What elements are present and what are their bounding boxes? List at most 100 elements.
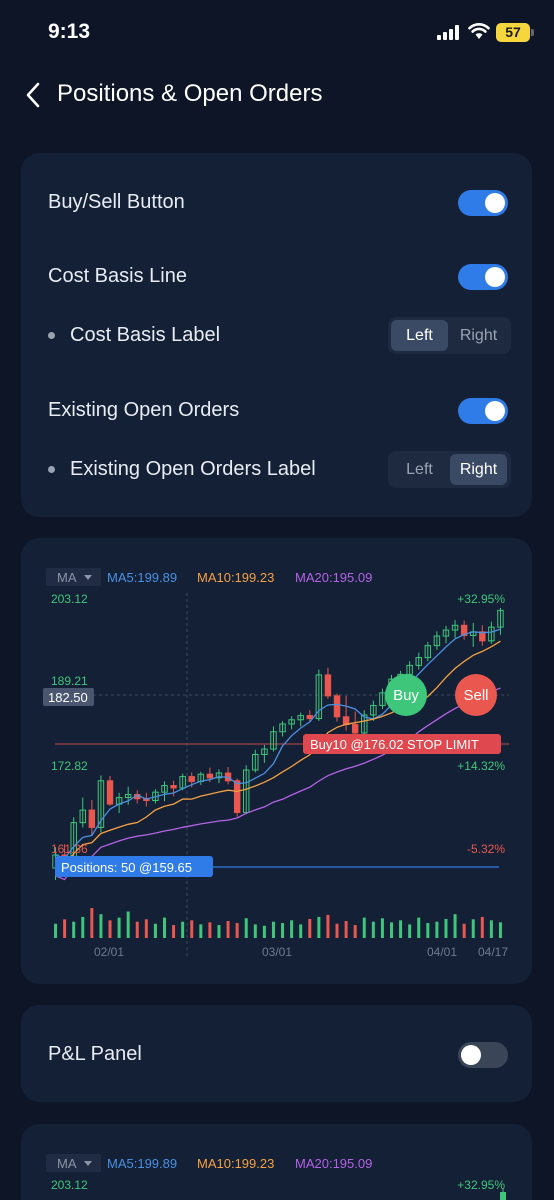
percent-label-bottom: -5.32% <box>467 842 505 856</box>
volume-bar <box>299 924 303 938</box>
volume-bar <box>371 921 375 938</box>
pnl-chart-preview-card: MA MA5:199.89 MA10:199.23 MA20:195.09 20… <box>21 1124 532 1200</box>
bullet-dot <box>48 332 55 339</box>
volume-bar <box>435 921 439 938</box>
existing-open-orders-label-segmented: Left Right <box>388 451 511 488</box>
volume-bar <box>317 916 321 938</box>
volume-bar <box>290 920 294 938</box>
chart-preview-card: MA MA5:199.89 MA10:199.23 MA20:195.09 20… <box>21 538 532 984</box>
volume-bar <box>54 923 58 938</box>
existing-open-orders-label-left-option[interactable]: Left <box>391 454 448 485</box>
existing-open-orders-label-right-option[interactable]: Right <box>450 454 507 485</box>
price-label-2: 189.21 <box>51 674 88 688</box>
cost-basis-label-left-option[interactable]: Left <box>391 320 448 351</box>
existing-open-orders-label-label: Existing Open Orders Label <box>70 458 316 480</box>
buy-sell-button-row: Buy/Sell Button <box>21 182 532 222</box>
chevron-left-icon[interactable] <box>22 80 46 110</box>
volume-bar <box>72 921 76 938</box>
date-label-4: 04/17 <box>478 945 508 959</box>
candle-down <box>170 785 177 789</box>
volume-bar <box>81 916 85 938</box>
indicator-selector-label: MA <box>57 570 77 585</box>
volume-bar <box>199 924 203 938</box>
volume-bar <box>453 914 457 938</box>
status-bar: 9:13 57 <box>0 0 554 64</box>
price-label-bottom: 161.36 <box>51 842 88 856</box>
volume-bar <box>144 919 148 938</box>
volume-bar <box>417 917 421 938</box>
buy-sell-button-label: Buy/Sell Button <box>48 191 185 213</box>
volume-bar <box>489 920 493 938</box>
buy-sell-button-toggle[interactable] <box>458 190 508 216</box>
toggle-knob <box>461 1045 481 1065</box>
candle-down <box>333 695 341 718</box>
existing-open-orders-label-row: Existing Open Orders Label Left Right <box>21 449 532 489</box>
ma5-legend: MA5:199.89 <box>107 570 177 585</box>
existing-open-orders-toggle[interactable] <box>458 398 508 424</box>
sell-button-label: Sell <box>463 687 488 704</box>
volume-bar <box>172 925 176 938</box>
volume-bar <box>226 921 230 938</box>
volume-bar <box>471 919 475 938</box>
volume-bar <box>399 920 403 938</box>
volume-bar <box>244 918 248 938</box>
volume-bar <box>217 925 221 938</box>
date-label-1: 02/01 <box>94 945 124 959</box>
volume-bar <box>462 923 466 938</box>
volume-bar <box>208 922 212 938</box>
volume-bar <box>480 916 484 938</box>
candle-body <box>500 1192 506 1200</box>
candle-down <box>351 724 359 734</box>
pnl-panel-toggle[interactable] <box>458 1042 508 1068</box>
pnl-chart-preview: MA MA5:199.89 MA10:199.23 MA20:195.09 20… <box>46 1154 506 1200</box>
volume-bar <box>326 914 330 938</box>
percent-label-top: +32.95% <box>457 1178 505 1192</box>
volume-bar <box>90 908 94 938</box>
candle-down <box>233 780 241 813</box>
ma10-legend: MA10:199.23 <box>197 570 274 585</box>
candle-down <box>106 780 114 805</box>
bullet-dot <box>48 466 55 473</box>
volume-bar <box>190 920 194 938</box>
volume-bar <box>63 919 67 938</box>
volume-bar <box>163 917 166 938</box>
pnl-panel-row: P&L Panel <box>21 1034 532 1074</box>
page-header: Positions & Open Orders <box>0 70 554 120</box>
candle-down <box>306 715 314 720</box>
volume-bar <box>253 924 257 938</box>
toggle-knob <box>485 193 505 213</box>
toggle-knob <box>485 267 505 287</box>
cost-basis-label-label: Cost Basis Label <box>70 324 221 346</box>
current-price-label: 182.50 <box>48 690 88 705</box>
volume-bar <box>344 921 348 938</box>
cost-basis-label-right-option[interactable]: Right <box>450 320 507 351</box>
buy-button-label: Buy <box>393 687 419 704</box>
ma20-legend: MA20:195.09 <box>295 570 372 585</box>
cellular-signal-icon <box>437 24 461 40</box>
volume-bar <box>308 918 312 938</box>
volume-bar <box>426 923 430 938</box>
volume-bar <box>444 918 448 938</box>
wifi-icon <box>468 23 490 39</box>
ma20-line <box>55 687 501 881</box>
volume-bar <box>390 922 393 938</box>
cost-basis-label-row: Cost Basis Label Left Right <box>21 315 532 355</box>
cost-basis-line-row: Cost Basis Line <box>21 256 532 296</box>
volume-bars <box>54 908 502 938</box>
pnl-panel-card: P&L Panel <box>21 1005 532 1102</box>
volume-bar <box>281 923 285 938</box>
volume-bar <box>135 921 139 938</box>
cost-basis-label-segmented: Left Right <box>388 317 511 354</box>
volume-bar <box>126 911 130 938</box>
volume-bar <box>362 917 366 938</box>
existing-open-orders-label: Existing Open Orders <box>48 399 240 421</box>
page-title: Positions & Open Orders <box>57 80 323 107</box>
status-time: 9:13 <box>48 20 91 43</box>
volume-bar <box>181 921 185 938</box>
moving-averages <box>55 628 501 881</box>
existing-open-orders-row: Existing Open Orders <box>21 390 532 430</box>
price-label-top: 203.12 <box>51 1178 88 1192</box>
ma5-legend: MA5:199.89 <box>107 1156 177 1171</box>
volume-bar <box>335 923 339 938</box>
cost-basis-line-toggle[interactable] <box>458 264 508 290</box>
